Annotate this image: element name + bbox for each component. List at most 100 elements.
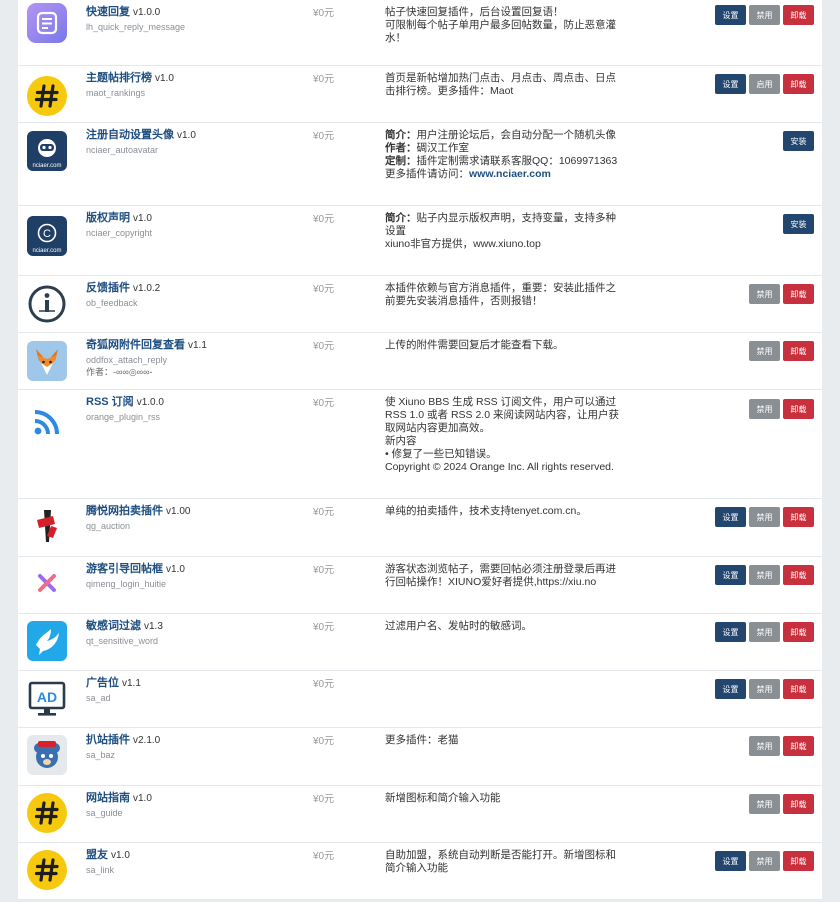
plugin-description: 游客状态浏览帖子，需要回帖必须注册登录后再进 行回帖操作！XIUNO爱好者提供,h… (385, 563, 625, 589)
uninstall-button[interactable]: 卸载 (783, 341, 814, 361)
plugin-version: v1.0 (155, 73, 174, 84)
plugin-description: 简介：贴子内显示版权声明，支持变量，支持多种 设置 xiuno非官方提供，www.x… (385, 212, 625, 251)
plugin-version: v2.1.0 (133, 735, 161, 746)
plugin-name[interactable]: 网站指南 (86, 792, 130, 804)
disable-button[interactable]: 禁用 (749, 679, 780, 699)
disable-button[interactable]: 禁用 (749, 736, 780, 756)
plugin-actions: 设置 禁用 卸载 (715, 5, 814, 25)
plugin-title-block: RSS 订阅 v1.0.0 orange_plugin_rss (86, 395, 301, 423)
install-button[interactable]: 安装 (783, 131, 814, 151)
plugin-name[interactable]: 快速回复 (86, 6, 130, 18)
plugin-slug: qimeng_login_huitie (86, 579, 167, 589)
plugin-slug: sa_link (86, 865, 115, 875)
plugin-row: RSS 订阅 v1.0.0 orange_plugin_rss ¥0元 使 Xiuno … (18, 390, 822, 499)
settings-button[interactable]: 设置 (715, 565, 746, 585)
description-line: 设置 (385, 225, 625, 238)
plugin-row: nciaer.com 注册自动设置头像 v1.0 nciaer_autoavatar ¥… (18, 123, 822, 206)
disable-button[interactable]: 禁用 (749, 507, 780, 527)
settings-button[interactable]: 设置 (715, 851, 746, 871)
description-line: xiuno非官方提供，www.xiuno.top (385, 238, 625, 251)
plugin-version: v1.0 (111, 850, 130, 861)
plugin-price: ¥0元 (313, 398, 335, 409)
plugin-description: 过滤用户名、发帖时的敏感词。 (385, 620, 625, 633)
install-button[interactable]: 安装 (783, 214, 814, 234)
uninstall-button[interactable]: 卸载 (783, 851, 814, 871)
settings-button[interactable]: 设置 (715, 507, 746, 527)
plugin-row: 敏感词过滤 v1.3 qt_sensitive_word ¥0元 过滤用户名、发帖时的敏… (18, 614, 822, 671)
settings-button[interactable]: 设置 (715, 622, 746, 642)
uninstall-button[interactable]: 卸载 (783, 507, 814, 527)
uninstall-button[interactable]: 卸载 (783, 399, 814, 419)
description-line: RSS 1.0 或者 RSS 2.0 来阅读网站内容，让用户获 (385, 409, 619, 421)
uninstall-button[interactable]: 卸载 (783, 622, 814, 642)
plugin-name[interactable]: 注册自动设置头像 (86, 129, 174, 141)
plugin-name[interactable]: 主题帖排行榜 (86, 72, 152, 84)
dove-icon (27, 621, 67, 661)
plugin-name[interactable]: 广告位 (86, 677, 119, 689)
enable-button[interactable]: 启用 (749, 74, 780, 94)
disable-button[interactable]: 禁用 (749, 284, 780, 304)
plugin-description: 自助加盟，系统自动判断是否能打开。新增图标和 简介输入功能 (385, 849, 625, 875)
plugin-version: v1.0.0 (133, 7, 161, 18)
plugin-name[interactable]: 反馈插件 (86, 282, 130, 294)
disable-button[interactable]: 禁用 (749, 399, 780, 419)
description-line: 更多插件：老猫 (385, 734, 459, 746)
uninstall-button[interactable]: 卸载 (783, 794, 814, 814)
uninstall-button[interactable]: 卸载 (783, 74, 814, 94)
plugin-version: v1.0.2 (133, 283, 161, 294)
description-link[interactable]: www.nciaer.com (469, 168, 551, 180)
disable-button[interactable]: 禁用 (749, 341, 780, 361)
plugin-slug: nciaer_copyright (86, 228, 153, 238)
disable-button[interactable]: 禁用 (749, 794, 780, 814)
plugin-actions: 设置 禁用 卸载 (715, 507, 814, 527)
disable-button[interactable]: 禁用 (749, 851, 780, 871)
settings-button[interactable]: 设置 (715, 74, 746, 94)
disable-button[interactable]: 禁用 (749, 5, 780, 25)
description-line: 水！ (385, 32, 406, 44)
plugin-version: v1.0 (133, 793, 152, 804)
plugin-name[interactable]: 奇狐网附件回复查看 (86, 339, 185, 351)
plugin-title-block: 快速回复 v1.0.0 lh_quick_reply_message (86, 5, 301, 33)
settings-button[interactable]: 设置 (715, 5, 746, 25)
uninstall-button[interactable]: 卸载 (783, 284, 814, 304)
uninstall-button[interactable]: 卸载 (783, 5, 814, 25)
disable-button[interactable]: 禁用 (749, 565, 780, 585)
plugin-slug: qt_sensitive_word (86, 636, 159, 646)
plugin-name[interactable]: 敏感词过滤 (86, 620, 141, 632)
plugin-name[interactable]: 扒站插件 (86, 734, 130, 746)
plugin-version: v1.1 (188, 340, 207, 351)
uninstall-button[interactable]: 卸载 (783, 679, 814, 699)
plugin-actions: 禁用 卸载 (749, 736, 814, 756)
uninstall-button[interactable]: 卸载 (783, 565, 814, 585)
plugin-price: ¥0元 (313, 794, 335, 805)
cross-icon (27, 563, 67, 603)
description-line: 使 Xiuno BBS 生成 RSS 订阅文件，用户可以通过 (385, 396, 617, 408)
nciaer-robot-icon: nciaer.com (27, 131, 67, 171)
plugin-name[interactable]: 版权声明 (86, 212, 130, 224)
plugin-actions: 禁用 卸载 (749, 341, 814, 361)
description-line: 简介输入功能 (385, 862, 448, 874)
plugin-price: ¥0元 (313, 284, 335, 295)
plugin-actions: 设置 禁用 卸载 (715, 565, 814, 585)
plugin-version: v1.0 (133, 213, 152, 224)
plugin-name[interactable]: 游客引导回帖框 (86, 563, 163, 575)
settings-button[interactable]: 设置 (715, 679, 746, 699)
plugin-name[interactable]: RSS 订阅 (86, 396, 134, 408)
disable-button[interactable]: 禁用 (749, 622, 780, 642)
plugin-title-block: 游客引导回帖框 v1.0 qimeng_login_huitie (86, 562, 301, 590)
plugin-price: ¥0元 (313, 679, 335, 690)
uninstall-button[interactable]: 卸载 (783, 736, 814, 756)
description-label: 简介： (385, 129, 417, 141)
hashtag-icon (27, 850, 67, 890)
plugin-name[interactable]: 盟友 (86, 849, 108, 861)
description-line: • 修复了一些已知错误。 (385, 448, 497, 460)
plugin-description: 单纯的拍卖插件，技术支持tenyet.com.cn。 (385, 505, 625, 518)
description-text: 更多插件请访问： (385, 168, 469, 180)
plugin-name[interactable]: 腾悦网拍卖插件 (86, 505, 163, 517)
description-line: 新内容 (385, 435, 417, 447)
plugin-price: ¥0元 (313, 507, 335, 518)
plugin-slug: ob_feedback (86, 298, 138, 308)
plugin-description: 上传的附件需要回复后才能查看下载。 (385, 339, 625, 352)
plugin-actions: 设置 启用 卸载 (715, 74, 814, 94)
description-line: 作者：碉汉工作室 (385, 142, 625, 155)
